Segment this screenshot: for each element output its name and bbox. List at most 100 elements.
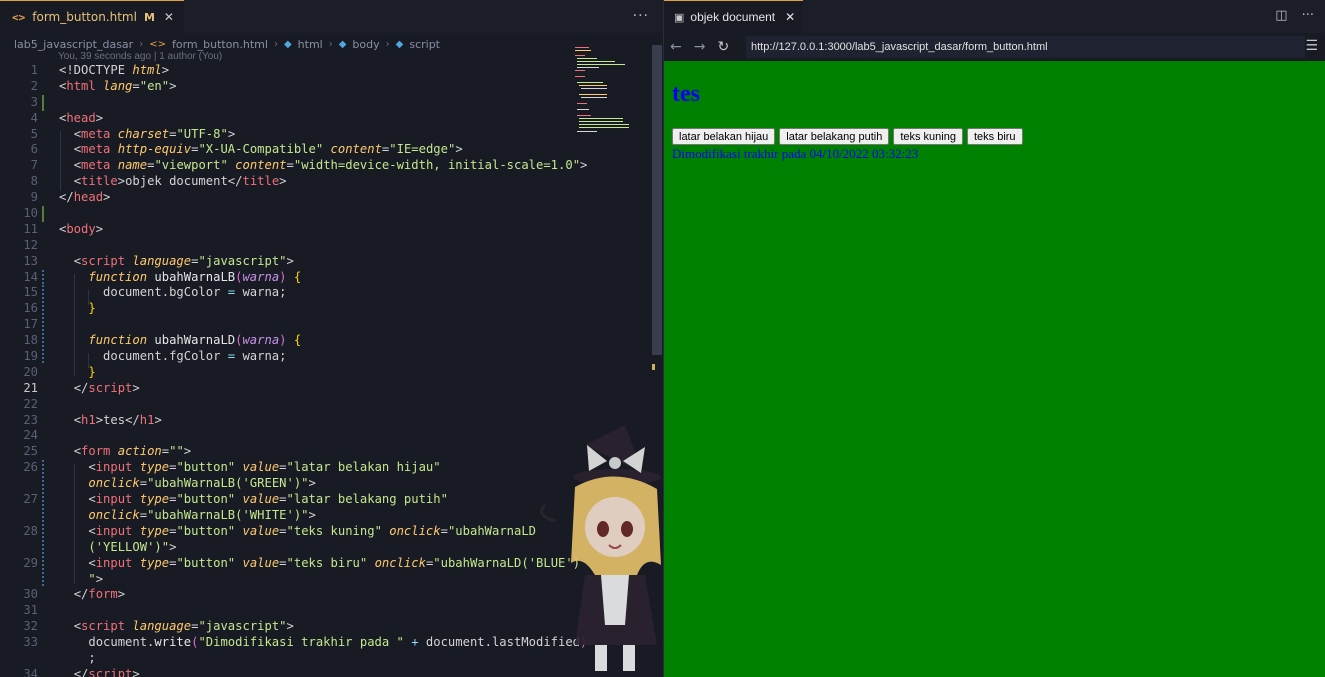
menu-icon[interactable]: ☰ [1305, 38, 1318, 54]
minimap[interactable] [573, 45, 653, 135]
line-number: 11 [23, 221, 38, 236]
code-line[interactable]: 13 <script language="javascript"> [0, 254, 652, 270]
code-line[interactable]: 2 <html lang="en"> [0, 79, 652, 95]
line-number: 10 [23, 206, 38, 221]
close-icon[interactable]: ✕ [164, 10, 174, 24]
line-number: 3 [30, 94, 38, 109]
code-text: <script language="javascript"> [73, 253, 294, 268]
teks-kuning-button[interactable]: teks kuning [893, 128, 963, 145]
code-line[interactable]: 18 function ubahWarnaLD(warna) { [0, 333, 652, 350]
code-line[interactable]: 20 } [0, 365, 652, 381]
code-line[interactable]: 15 document.bgColor = warna; [0, 285, 652, 302]
breadcrumb-file[interactable]: form_button.html [172, 38, 268, 51]
reload-icon[interactable]: ↻ [717, 39, 729, 55]
git-gutter-marker [42, 349, 44, 365]
line-number: 14 [23, 269, 38, 284]
tab-form-button-html[interactable]: <> form_button.html M ✕ [0, 0, 184, 33]
forward-icon[interactable]: → [694, 39, 706, 55]
element-icon: ◆ [395, 38, 404, 50]
code-text: <meta charset="UTF-8"> [73, 126, 236, 141]
tab-objek-document[interactable]: ▣ objek document ✕ [664, 0, 804, 33]
line-number: 2 [30, 78, 38, 93]
breadcrumb-script[interactable]: script [409, 38, 440, 51]
code-line[interactable]: 8 <title>objek document</title> [0, 174, 652, 190]
git-gutter-marker [42, 269, 44, 286]
code-line[interactable]: 17 [0, 317, 652, 334]
code-text: </script> [73, 380, 140, 395]
code-line[interactable]: 12 [0, 238, 652, 254]
code-line[interactable]: 16 } [0, 301, 652, 318]
browser-tab-actions: ◫ ··· [1275, 8, 1314, 23]
line-number: 7 [30, 158, 38, 173]
html-file-icon: <> [12, 10, 26, 24]
code-line[interactable]: 1 <!DOCTYPE html> [0, 63, 652, 79]
git-gutter-marker [42, 539, 44, 556]
url-input[interactable]: http://127.0.0.1:3000/lab5_javascript_da… [746, 36, 1305, 58]
breadcrumb-folder[interactable]: lab5_javascript_dasar [14, 38, 133, 51]
code-line[interactable]: 21 </script> [0, 381, 652, 397]
more-actions-icon[interactable]: ··· [1302, 8, 1314, 23]
git-gutter-marker [42, 555, 44, 572]
line-number: 17 [23, 317, 38, 332]
git-gutter-marker [42, 317, 44, 334]
code-line[interactable]: 10 [0, 206, 652, 222]
code-text: <input type="button" value="teks kuning"… [88, 523, 537, 538]
code-text: function ubahWarnaLB(warna) { [88, 269, 302, 284]
teks-biru-button[interactable]: teks biru [966, 128, 1023, 145]
code-text: <script language="javascript"> [73, 619, 294, 634]
code-line[interactable]: 14 function ubahWarnaLB(warna) { [0, 269, 652, 286]
git-blame-codelens[interactable]: You, 39 seconds ago | 1 author (You) [58, 51, 222, 62]
breadcrumb-body[interactable]: body [352, 38, 379, 51]
code-line[interactable]: 3 [0, 94, 652, 111]
code-text: onclick="ubahWarnaLB('WHITE')"> [88, 507, 316, 522]
code-editor[interactable]: <> form_button.html M ✕ ··· lab5_javascr… [0, 0, 663, 677]
code-line[interactable]: 7 <meta name="viewport" content="width=d… [0, 158, 652, 174]
browser-tab-bar: ▣ objek document ✕ ◫ ··· [664, 0, 1325, 33]
line-number: 22 [23, 396, 38, 411]
close-icon[interactable]: ✕ [785, 10, 795, 24]
background-character-image [540, 425, 661, 671]
code-line[interactable]: 22 [0, 397, 652, 413]
simple-browser: ▣ objek document ✕ ◫ ··· ← → ↻ http://12… [663, 0, 1325, 677]
back-icon[interactable]: ← [670, 39, 682, 55]
code-line[interactable]: 5 <meta charset="UTF-8"> [0, 127, 652, 143]
code-line[interactable]: 9 </head> [0, 190, 652, 206]
code-text: document.bgColor = warna; [103, 285, 287, 300]
code-text: function ubahWarnaLD(warna) { [88, 333, 302, 348]
line-number: 34 [23, 666, 38, 677]
git-gutter-marker [42, 492, 44, 508]
line-number: 12 [23, 237, 38, 252]
latar-belakan-hijau-button[interactable]: latar belakan hijau [672, 128, 776, 145]
code-line[interactable]: 19 document.fgColor = warna; [0, 349, 652, 365]
code-text: <head> [59, 110, 104, 125]
chevron-right-icon: › [273, 38, 278, 50]
code-text: <title>objek document</title> [73, 174, 287, 189]
git-gutter-marker [42, 301, 44, 318]
code-text: <meta name="viewport" content="width=dev… [73, 158, 588, 173]
code-line[interactable]: 6 <meta http-equiv="X-UA-Compatible" con… [0, 142, 652, 158]
editor-scrollbar[interactable] [652, 45, 662, 355]
modified-badge: M [143, 10, 155, 24]
code-line[interactable]: 4 <head> [0, 111, 652, 127]
editor-tab-bar: <> form_button.html M ✕ ··· [0, 0, 663, 33]
code-text: <input type="button" value="teks biru" o… [88, 555, 581, 570]
breadcrumb-html[interactable]: html [298, 38, 323, 51]
line-number: 30 [23, 587, 38, 602]
page-heading: tes [672, 81, 700, 107]
git-gutter-marker [42, 206, 44, 222]
line-number: 9 [30, 190, 38, 205]
git-gutter-marker [42, 571, 44, 588]
button-group: latar belakan hijau latar belakang putih… [672, 128, 1023, 145]
element-icon: ◆ [338, 38, 347, 50]
git-gutter-marker [42, 333, 44, 350]
code-text: <input type="button" value="latar belaka… [88, 460, 441, 475]
split-editor-icon[interactable]: ◫ [1275, 8, 1287, 23]
line-number: 28 [23, 523, 38, 538]
line-number: 33 [23, 635, 38, 650]
line-number: 27 [23, 492, 38, 507]
code-text: ; [88, 650, 96, 665]
latar-belakang-putih-button[interactable]: latar belakang putih [779, 128, 890, 145]
more-actions-icon[interactable]: ··· [633, 8, 649, 24]
code-text: <!DOCTYPE html> [59, 63, 170, 77]
code-line[interactable]: 11 <body> [0, 222, 652, 238]
